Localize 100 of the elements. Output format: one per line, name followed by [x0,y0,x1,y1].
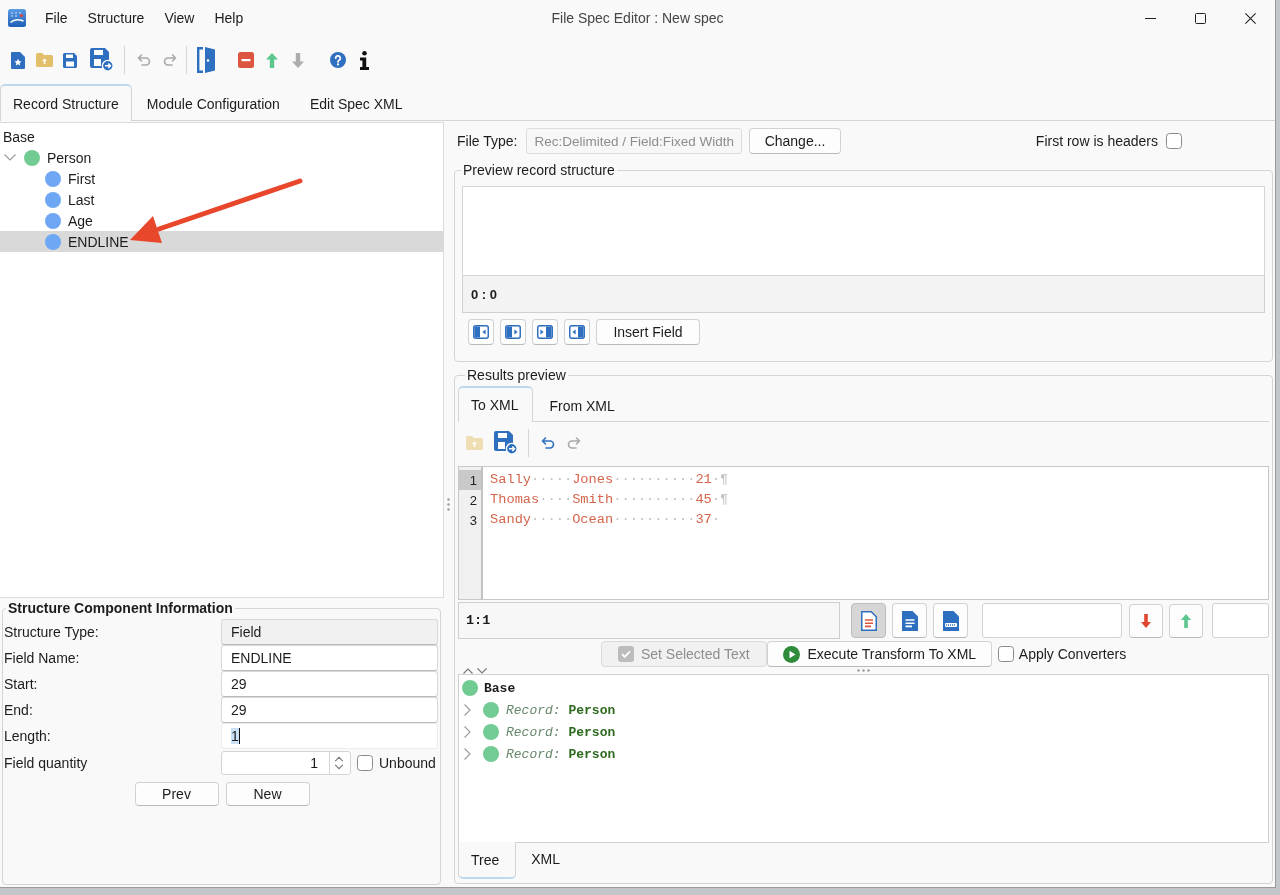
save-as-icon[interactable] [90,48,114,72]
menu-item[interactable]: Structure [77,6,155,30]
tab[interactable]: To XML [458,386,534,422]
number-field[interactable]: 1 [221,750,351,775]
text-field[interactable]: ENDLINE [221,645,438,671]
tree-item[interactable]: Record: Person [459,699,1268,721]
menu-item[interactable]: View [154,6,205,30]
chevron-right-icon[interactable] [464,748,471,760]
execute-button[interactable]: Execute Transform To XML [766,641,992,667]
view-button[interactable] [933,603,968,638]
minus-icon[interactable] [238,52,254,68]
text-field[interactable]: Field [221,619,438,645]
chevron-down-icon[interactable] [477,667,487,674]
input-field[interactable] [1212,603,1269,638]
field-label: Field quantity [4,753,89,773]
text-field[interactable]: 29 [221,697,438,723]
checkbox[interactable] [1166,133,1182,149]
text-field[interactable]: 1 [221,723,438,749]
view-button[interactable] [892,603,927,638]
code-line: Sandy·····Ocean··········37· [490,511,722,529]
checkbox-label: Unbound [379,754,436,771]
tab[interactable]: Record Structure [0,84,132,121]
checkbox[interactable] [997,646,1014,662]
field-label: End: [4,701,34,720]
tree-item[interactable]: ENDLINE [0,231,443,252]
nav-button[interactable]: Prev [134,782,219,806]
maximize-icon[interactable] [1194,12,1206,24]
document-icon [901,610,918,631]
close-icon[interactable] [1244,12,1256,24]
new-document-icon[interactable] [11,51,25,69]
tab[interactable]: From XML [533,388,630,422]
text-field[interactable]: 29 [221,671,438,697]
play-icon [782,645,800,663]
tree-item[interactable]: Record: Person [459,743,1268,765]
help-icon[interactable] [330,52,346,68]
chevron-right-icon[interactable] [464,726,471,738]
code-line: Thomas····Smith··········45·¶ [490,491,729,509]
code-line: Sally·····Jones··········21·¶ [490,471,729,489]
tree-node-icon [462,680,478,696]
window-title: File Spec Editor : New spec [551,10,724,26]
move-up-button[interactable] [1169,603,1204,638]
tree-item[interactable]: Age [0,210,443,231]
splitter-handle[interactable] [446,497,450,511]
nav-button[interactable]: New [225,782,310,806]
html-document-icon [942,610,959,631]
group-title: Results preview [466,367,567,383]
group-title: Preview record structure [462,162,616,178]
tree-node-icon [483,746,499,762]
minimize-icon[interactable] [1144,17,1156,19]
menu-item[interactable]: Help [204,6,254,30]
move-down-button[interactable] [1129,603,1164,638]
view-button[interactable] [851,603,886,638]
tab[interactable]: XML [516,842,576,877]
tree-item[interactable]: Base [0,126,443,147]
door-icon[interactable] [197,47,215,73]
field-label: Structure Type: [4,623,100,642]
checkbox-label: Apply Converters [1018,646,1127,662]
tab[interactable]: Tree [458,842,517,879]
arrow-down-icon [1141,613,1152,628]
line-number: 3 [468,511,478,530]
line-number: 2 [468,491,478,510]
field-label: Start: [4,675,39,694]
tree-item[interactable]: Record: Person [459,721,1268,743]
tree-node-icon [483,702,499,718]
code-editor[interactable]: 1 2 3 Sally·····Jones··········21·¶ Thomas····Smith··········45·¶ Sandy·····Ocean··········37· [458,466,1269,600]
field-label: Field Name: [4,649,81,668]
column-button[interactable] [500,319,526,345]
splitter-handle[interactable] [857,669,870,672]
tree-node-icon [483,724,499,740]
text-document-icon [860,610,877,631]
tab[interactable]: Module Configuration [131,86,295,121]
tree-item[interactable]: Person [0,147,443,168]
column-button[interactable] [468,319,494,345]
chevron-right-icon[interactable] [464,704,471,716]
cursor-position-field: 1:1 [458,602,840,639]
arrow-up-icon [1181,613,1192,628]
group-title: Structure Component Information [7,600,234,616]
tree-item[interactable]: Last [0,189,443,210]
menu-item[interactable]: File [35,6,78,30]
app-icon [8,9,26,27]
checkbox[interactable] [357,754,373,771]
chevron-up-icon[interactable] [463,667,473,674]
tab[interactable]: Edit Spec XML [294,86,418,121]
column-button[interactable] [564,319,590,345]
tree-item[interactable]: First [0,168,443,189]
checkbox-label: First row is headers [1035,133,1158,149]
save-icon[interactable] [63,52,77,68]
undo-icon[interactable] [541,437,555,449]
line-number: 1 [459,470,481,490]
save-as-icon[interactable] [494,431,518,455]
input-field[interactable] [982,603,1123,638]
chevron-down-icon[interactable] [4,154,16,161]
info-icon[interactable] [358,50,370,70]
position-status: 0 : 0 [462,276,1265,313]
column-button[interactable] [532,319,558,345]
tree-item[interactable]: Base [459,677,1268,699]
insert-field-button[interactable]: Insert Field [596,319,700,345]
field-label: File Type: [457,133,518,149]
checkbox-icon [617,646,634,662]
field-label: Length: [4,727,52,746]
